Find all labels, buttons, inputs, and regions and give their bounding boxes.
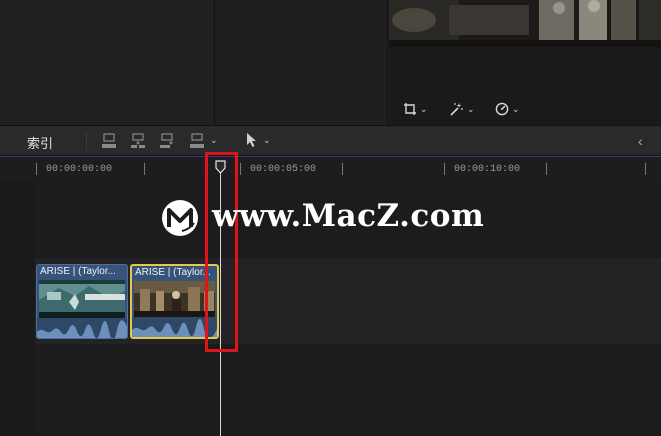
viewer-toolbar: ⌄ ⌄ ⌄ <box>389 93 661 125</box>
ruler-tick <box>36 163 37 175</box>
ruler-tick <box>645 163 646 175</box>
watermark-text: www.MacZ.com <box>212 198 485 234</box>
crop-menu[interactable]: ⌄ <box>403 101 428 117</box>
chevron-down-icon: ⌄ <box>420 103 428 114</box>
append-clip-icon[interactable] <box>159 133 175 154</box>
insert-clip-icon[interactable] <box>130 133 146 154</box>
macz-logo-icon <box>160 198 200 238</box>
connect-clip-icon[interactable] <box>101 133 117 154</box>
ruler-tick <box>444 163 445 175</box>
primary-storyline[interactable] <box>35 258 661 344</box>
clip-thumbnail <box>134 281 215 319</box>
magic-wand-icon <box>450 103 463 116</box>
speedometer-icon <box>495 102 509 116</box>
timeline-ruler[interactable]: 00:00:00:00 00:00:05:00 00:00:10:00 <box>0 156 661 180</box>
clip-thumbnail <box>39 280 125 318</box>
timeline-gutter <box>0 180 35 436</box>
ruler-tick <box>144 163 145 175</box>
clip-title: ARISE | (Taylor... <box>40 266 116 277</box>
index-button[interactable]: 索引 <box>27 133 53 152</box>
chevron-down-icon: ⌄ <box>467 103 475 114</box>
ruler-timecode: 00:00:05:00 <box>250 164 317 175</box>
chevron-left-icon[interactable]: ‹ <box>638 133 643 149</box>
overwrite-clip-icon[interactable] <box>189 133 205 154</box>
toolbar-divider <box>86 132 87 151</box>
viewer-video-frame <box>389 0 661 47</box>
highlight-box <box>205 152 238 352</box>
chevron-down-icon[interactable]: ⌄ <box>210 135 218 146</box>
browser-pane <box>0 0 215 125</box>
clip-title: ARISE | (Taylor... <box>135 267 211 278</box>
chevron-down-icon[interactable]: ⌄ <box>263 135 271 146</box>
crop-icon <box>404 103 416 115</box>
video-clip[interactable]: ARISE | (Taylor... <box>36 264 128 339</box>
ruler-tick <box>240 163 241 175</box>
ruler-timecode: 00:00:00:00 <box>46 164 113 175</box>
effects-menu[interactable]: ⌄ <box>449 101 475 117</box>
chevron-down-icon: ⌄ <box>512 103 520 114</box>
ruler-tick <box>546 163 547 175</box>
inspector-pane <box>216 0 388 125</box>
ruler-timecode: 00:00:10:00 <box>454 164 521 175</box>
retime-menu[interactable]: ⌄ <box>495 101 520 117</box>
ruler-tick <box>342 163 343 175</box>
arrow-pointer-icon[interactable] <box>246 132 258 153</box>
top-panels: ⌄ ⌄ ⌄ <box>0 0 661 125</box>
audio-waveform <box>37 318 127 338</box>
viewer-pane: ⌄ ⌄ ⌄ <box>389 0 661 125</box>
timeline-toolbar: 索引 ⌄ ⌄ ‹ <box>0 125 661 156</box>
